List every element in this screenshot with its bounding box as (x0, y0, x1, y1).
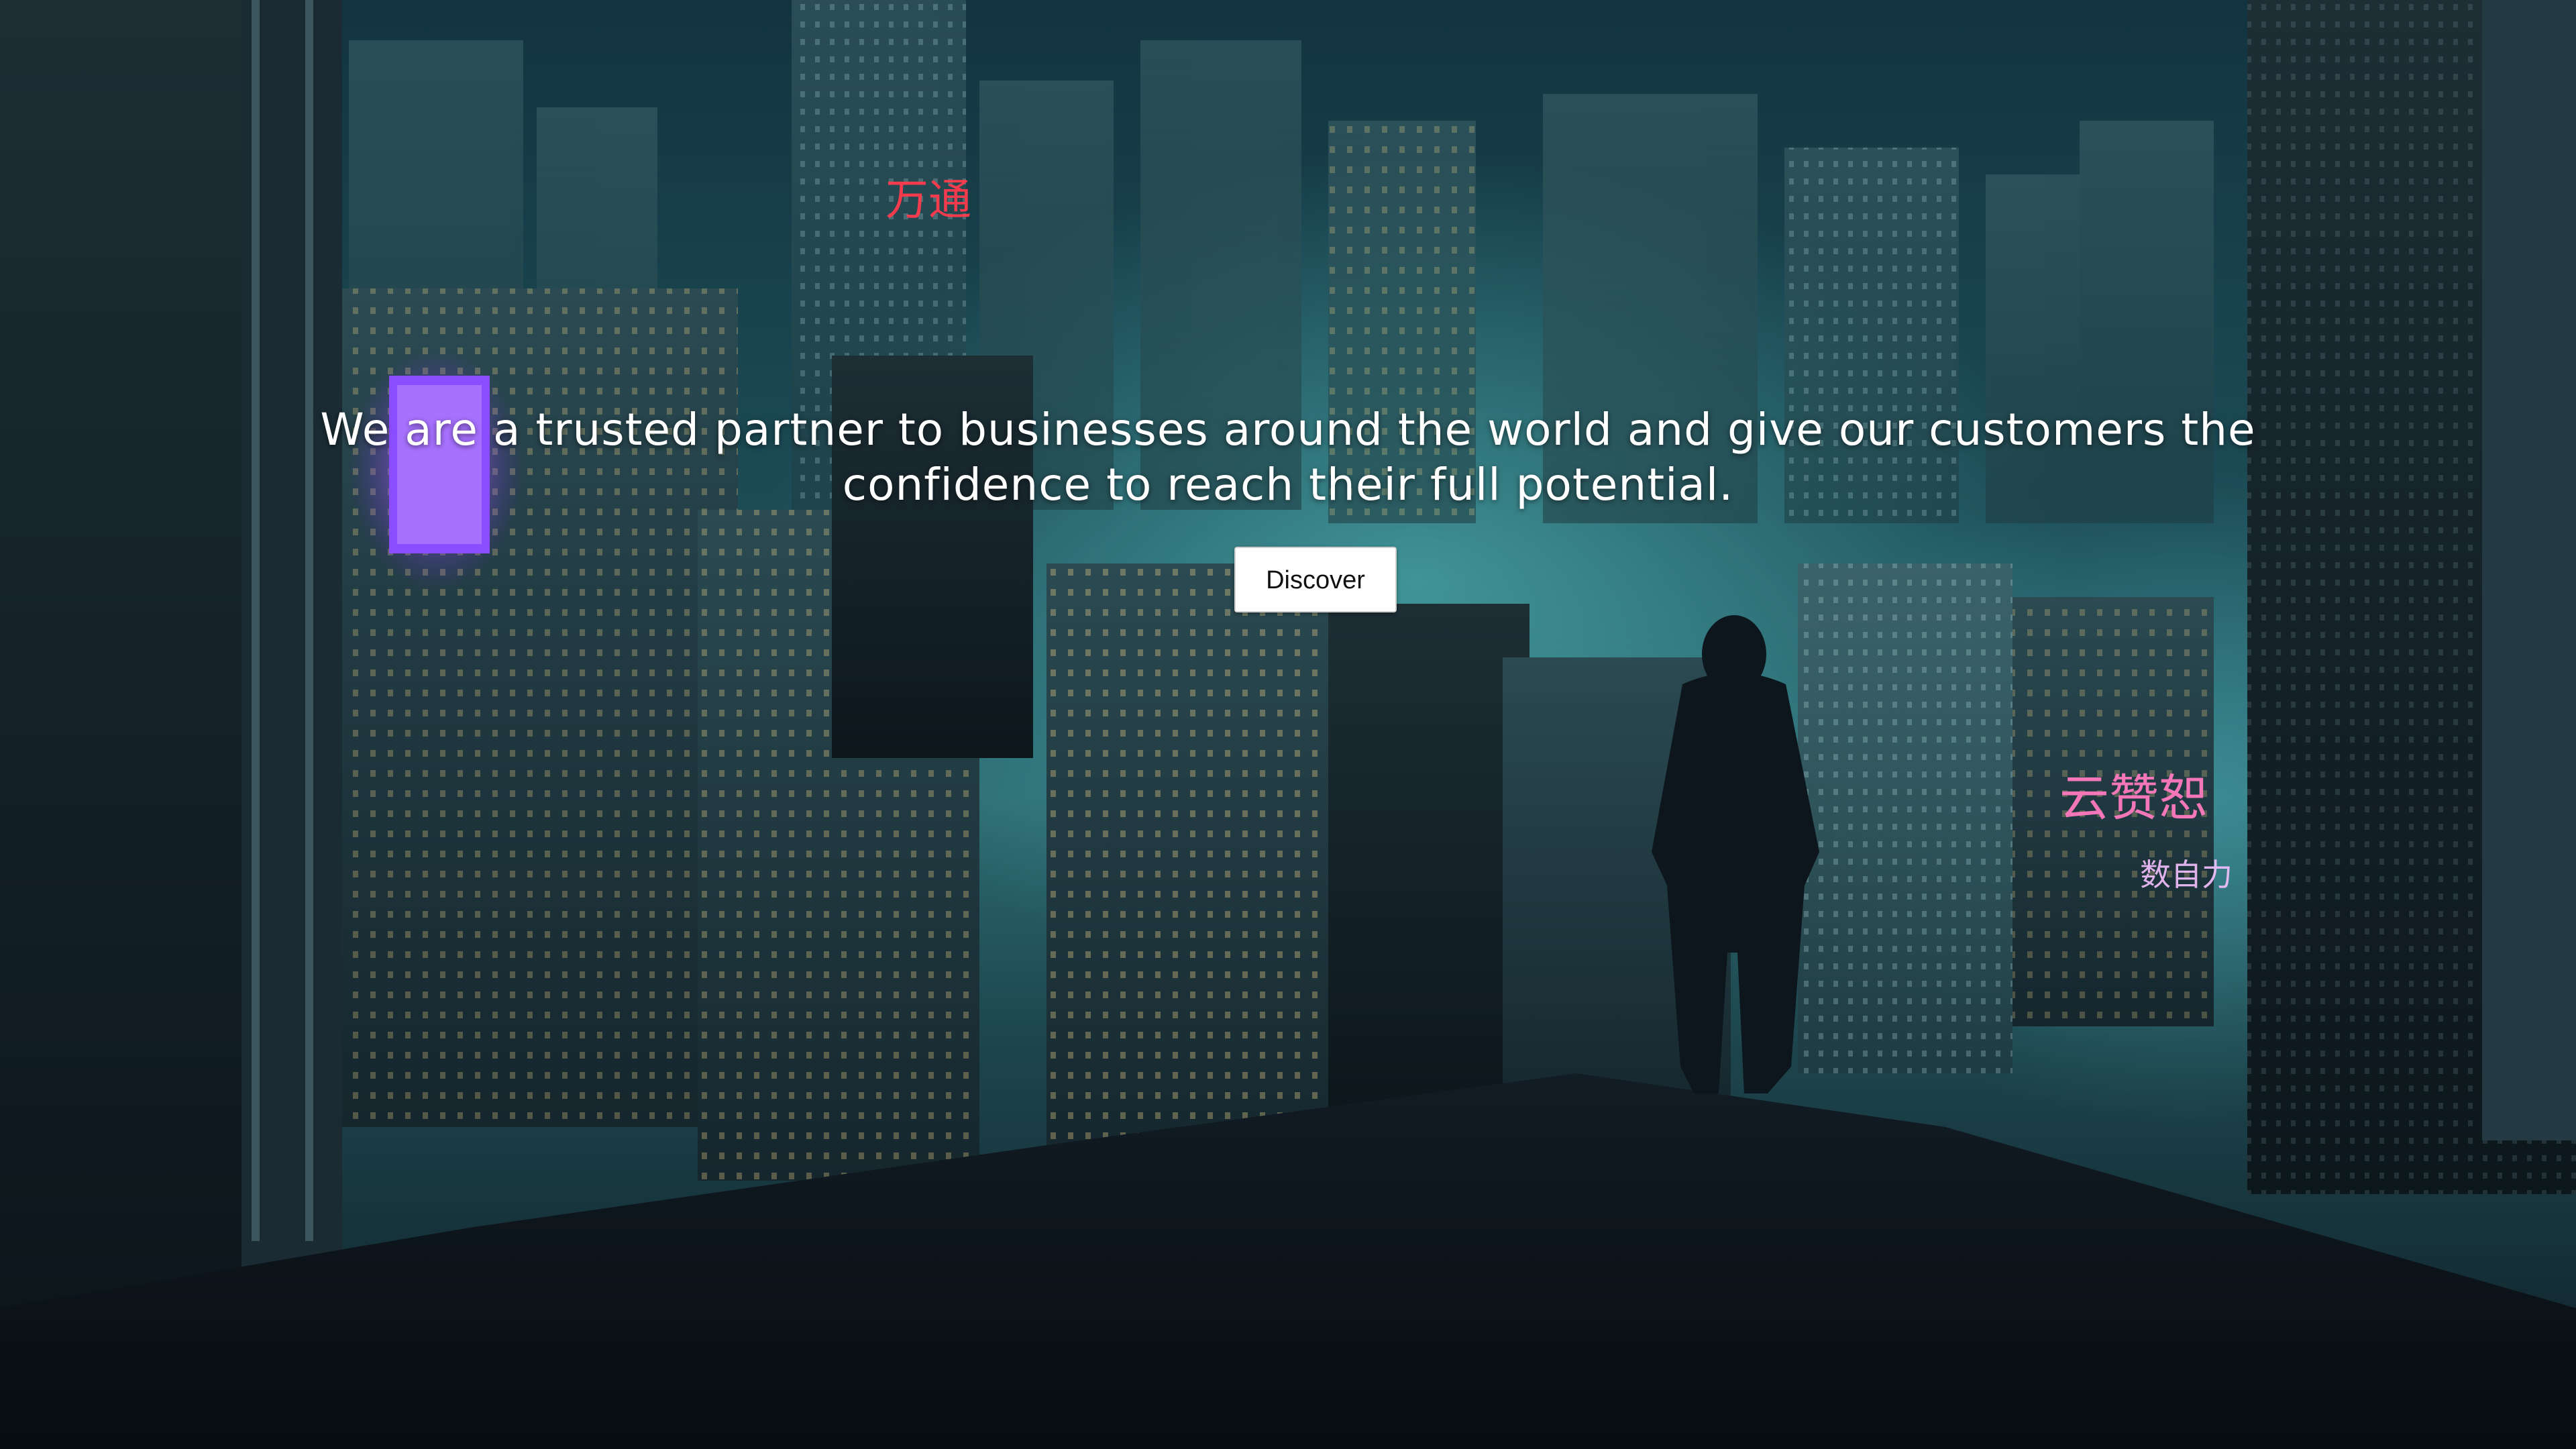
headline-line-1: We are a trusted partner to businesses a… (320, 404, 2256, 455)
hero-section: 万通 云赞恕 数自力 We are a trusted partner to b… (0, 0, 2576, 1449)
city-background-image: 万通 云赞恕 数自力 (0, 0, 2576, 1449)
headline-line-2: confidence to reach their full potential… (842, 459, 1734, 511)
discover-button[interactable]: Discover (1234, 547, 1397, 612)
svg-text:云赞恕: 云赞恕 (2059, 769, 2208, 827)
svg-text:数自力: 数自力 (2140, 857, 2233, 893)
svg-text:万通: 万通 (885, 176, 971, 225)
hero-headline: We are a trusted partner to businesses a… (0, 402, 2576, 513)
